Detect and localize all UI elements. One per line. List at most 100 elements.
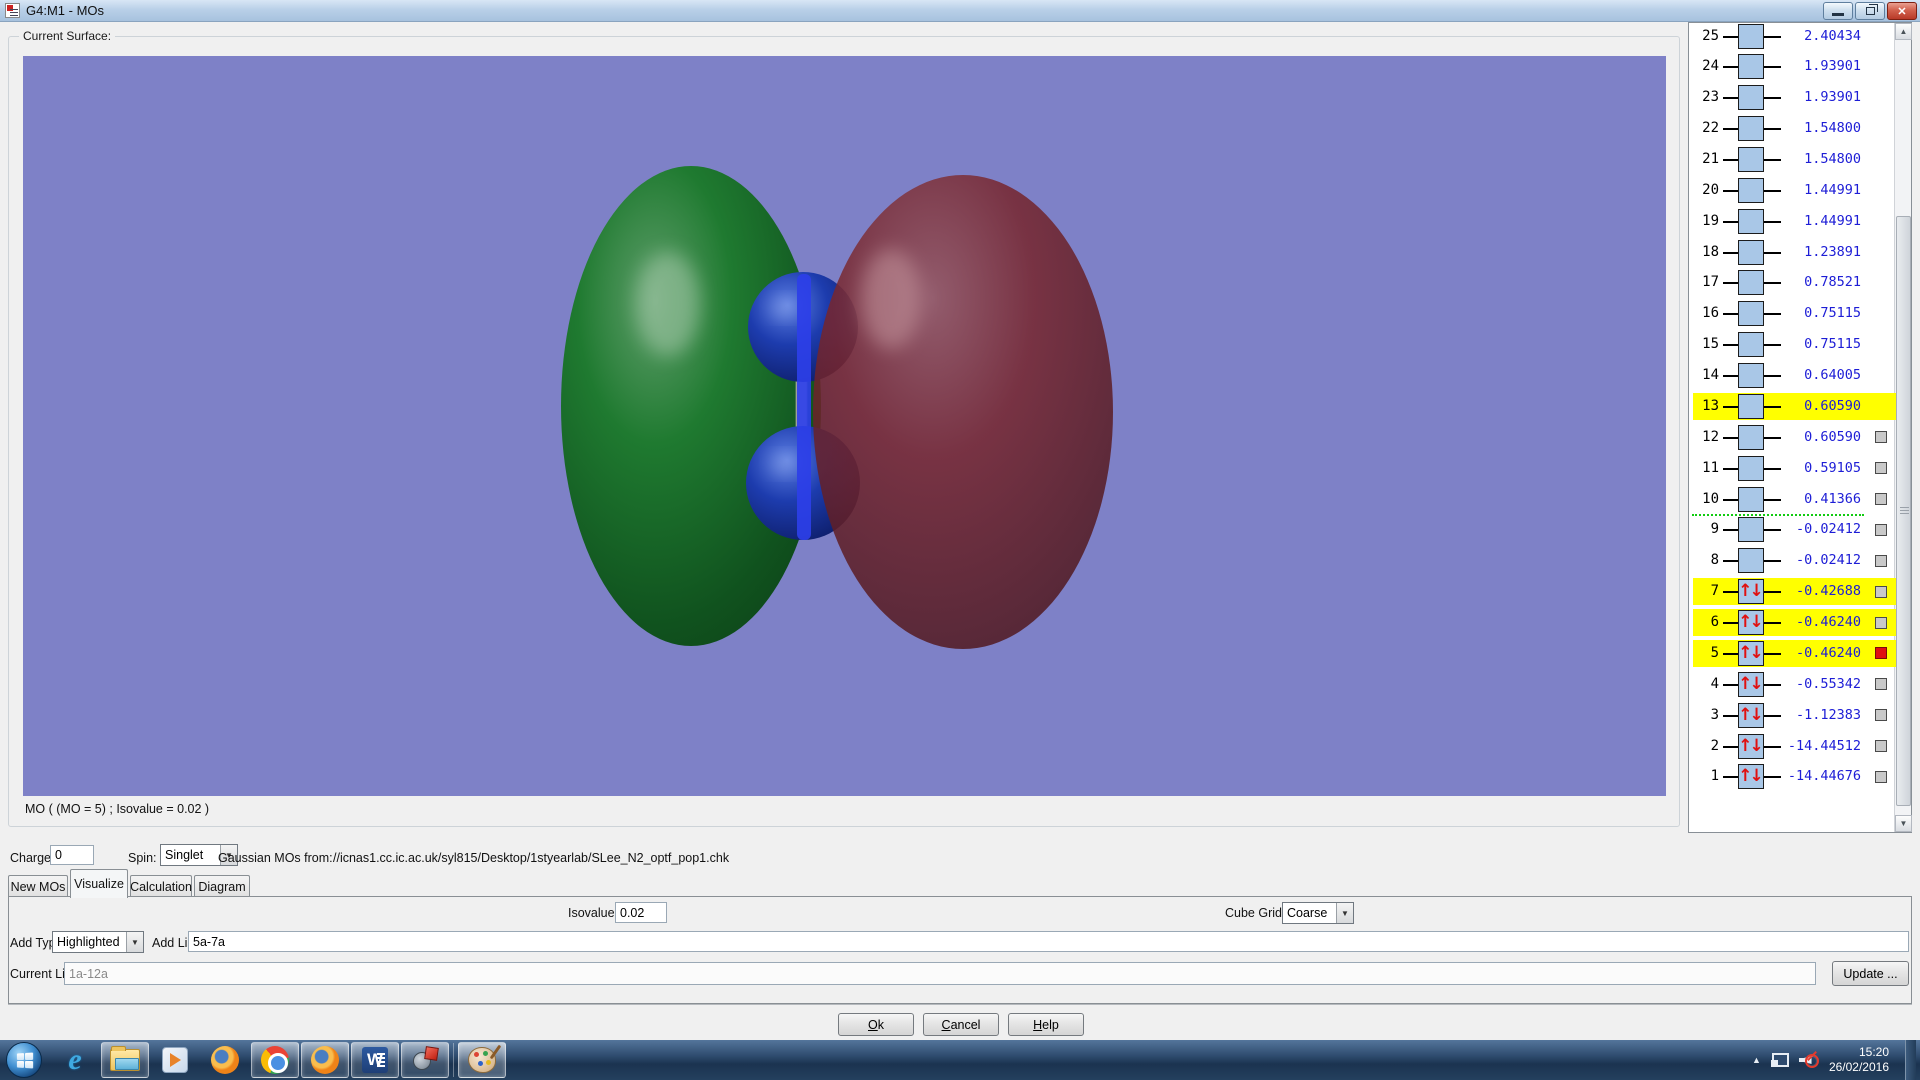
taskbar-item-gaussview-mos[interactable] [458, 1042, 506, 1078]
mo-number: 20 [1689, 182, 1719, 198]
taskbar-item-windows-explorer[interactable] [101, 1042, 149, 1078]
gaussview-mos-window: G4:M1 - MOs ✕ Current Surface: [0, 0, 1920, 1080]
mo-row-5[interactable]: 5↑↓-0.46240 [1689, 640, 1894, 667]
taskbar-item-word[interactable]: W [351, 1042, 399, 1078]
mo-row-21[interactable]: 211.54800 [1689, 146, 1894, 173]
mo-row-20[interactable]: 201.44991 [1689, 177, 1894, 204]
mo-surface-checkbox-8[interactable] [1875, 555, 1887, 567]
taskbar-item-chrome[interactable] [251, 1042, 299, 1078]
taskbar-item-firefox-window[interactable] [301, 1042, 349, 1078]
mo-surface-checkbox-10[interactable] [1875, 493, 1887, 505]
mo-row-25[interactable]: 252.40434 [1689, 23, 1894, 50]
taskbar-item-firefox[interactable] [201, 1042, 249, 1078]
ok-button[interactable]: Ok [838, 1013, 914, 1036]
tab-visualize[interactable]: Visualize [70, 869, 128, 898]
tab-calculation[interactable]: Calculation [130, 875, 192, 897]
tab-diagram[interactable]: Diagram [194, 875, 250, 897]
add-type-select[interactable]: Highlighted▼ [52, 931, 144, 953]
molecule-viewport[interactable] [23, 56, 1666, 796]
titlebar[interactable]: G4:M1 - MOs ✕ [0, 0, 1920, 22]
mo-row-15[interactable]: 150.75115 [1689, 331, 1894, 358]
mo-row-13[interactable]: 130.60590 [1689, 393, 1894, 420]
word-icon: W [362, 1047, 388, 1073]
close-button[interactable]: ✕ [1887, 2, 1917, 20]
mo-row-12[interactable]: 120.60590 [1689, 424, 1894, 451]
mo-surface-checkbox-7[interactable] [1875, 586, 1887, 598]
add-list-input[interactable] [188, 931, 1909, 952]
tab-new-mos[interactable]: New MOs [8, 875, 68, 897]
orbital-node-stripe [797, 274, 811, 540]
mo-energy: 1.93901 [1756, 89, 1861, 105]
mo-energy: -1.12383 [1756, 707, 1861, 723]
update-button[interactable]: Update ... [1832, 961, 1909, 986]
mo-number: 7 [1689, 583, 1719, 599]
mo-list-scrollbar[interactable]: ▲ ▼ [1894, 23, 1911, 832]
mo-number: 23 [1689, 89, 1719, 105]
minimize-button[interactable] [1823, 2, 1853, 20]
mo-row-22[interactable]: 221.54800 [1689, 115, 1894, 142]
mo-row-16[interactable]: 160.75115 [1689, 300, 1894, 327]
restore-button[interactable] [1855, 2, 1885, 20]
cube-grid-label: Cube Grid: [1225, 906, 1285, 920]
taskbar-item-internet-explorer[interactable]: e [51, 1042, 99, 1078]
cube-grid-select[interactable]: Coarse▼ [1282, 902, 1354, 924]
mo-row-14[interactable]: 140.64005 [1689, 362, 1894, 389]
mo-surface-checkbox-4[interactable] [1875, 678, 1887, 690]
mo-energy: 0.60590 [1756, 429, 1861, 445]
mo-surface-checkbox-2[interactable] [1875, 740, 1887, 752]
mo-list[interactable]: ▲ ▼ 252.40434 241.93901 23 1.93901 221.54800… [1688, 22, 1912, 833]
mo-surface-checkbox-3[interactable] [1875, 709, 1887, 721]
mo-row-19[interactable]: 191.44991 [1689, 208, 1894, 235]
mo-row-17[interactable]: 170.78521 [1689, 269, 1894, 296]
mo-row-1[interactable]: 1↑↓-14.44676 [1689, 763, 1894, 790]
mo-surface-checkbox-5[interactable] [1875, 647, 1887, 659]
scroll-up-icon[interactable]: ▲ [1895, 23, 1912, 40]
mo-row-18[interactable]: 181.23891 [1689, 239, 1894, 266]
palette-icon [468, 1047, 496, 1073]
chevron-down-icon[interactable]: ▼ [1336, 903, 1353, 923]
volume-muted-icon[interactable] [1799, 1052, 1819, 1068]
mo-row-9[interactable]: 9-0.02412 [1689, 516, 1894, 543]
clock-date: 26/02/2016 [1829, 1060, 1889, 1075]
clock[interactable]: 15:20 26/02/2016 [1829, 1045, 1895, 1075]
mo-number: 15 [1689, 336, 1719, 352]
mo-surface-checkbox-1[interactable] [1875, 771, 1887, 783]
taskbar-item-media-player[interactable] [151, 1042, 199, 1078]
mo-surface-checkbox-9[interactable] [1875, 524, 1887, 536]
cancel-button[interactable]: Cancel [923, 1013, 999, 1036]
scroll-down-icon[interactable]: ▼ [1895, 815, 1912, 832]
mo-row-4[interactable]: 4↑↓-0.55342 [1689, 671, 1894, 698]
mo-row-3[interactable]: 3↑↓-1.12383 [1689, 702, 1894, 729]
help-button[interactable]: Help [1008, 1013, 1084, 1036]
mo-row-2[interactable]: 2↑↓-14.44512 [1689, 733, 1894, 760]
current-list-input[interactable] [64, 962, 1816, 985]
mo-isosurface-render [23, 56, 1666, 796]
scrollbar-thumb[interactable] [1896, 216, 1911, 806]
show-desktop-button[interactable] [1905, 1040, 1916, 1080]
taskbar-item-gaussview[interactable] [401, 1042, 449, 1078]
mo-row-24[interactable]: 241.93901 [1689, 53, 1894, 80]
mo-energy: 0.64005 [1756, 367, 1861, 383]
mo-row-11[interactable]: 110.59105 [1689, 455, 1894, 482]
firefox-icon [311, 1046, 339, 1074]
start-button[interactable] [6, 1042, 42, 1078]
mo-row-10[interactable]: 100.41366 [1689, 486, 1894, 513]
charge-label: Charge: [10, 851, 54, 865]
mo-row-7[interactable]: 7↑↓-0.42688 [1689, 578, 1894, 605]
gaussview-icon [411, 1046, 439, 1074]
clock-time: 15:20 [1829, 1045, 1889, 1060]
mo-row-6[interactable]: 6↑↓-0.46240 [1689, 609, 1894, 636]
mo-row-23[interactable]: 23 1.93901 [1689, 84, 1894, 111]
mo-row-8[interactable]: 8-0.02412 [1689, 547, 1894, 574]
source-label: Gaussian MOs from: [218, 851, 333, 865]
chevron-down-icon[interactable]: ▼ [126, 932, 143, 952]
isovalue-input[interactable] [615, 902, 667, 923]
mo-number: 9 [1689, 521, 1719, 537]
mo-surface-checkbox-12[interactable] [1875, 431, 1887, 443]
mo-surface-checkbox-11[interactable] [1875, 462, 1887, 474]
charge-input[interactable] [50, 845, 94, 865]
mo-surface-checkbox-6[interactable] [1875, 617, 1887, 629]
show-hidden-icons-button[interactable]: ▲ [1752, 1055, 1761, 1065]
network-icon[interactable] [1771, 1053, 1789, 1067]
mo-energy: -14.44676 [1756, 768, 1861, 784]
